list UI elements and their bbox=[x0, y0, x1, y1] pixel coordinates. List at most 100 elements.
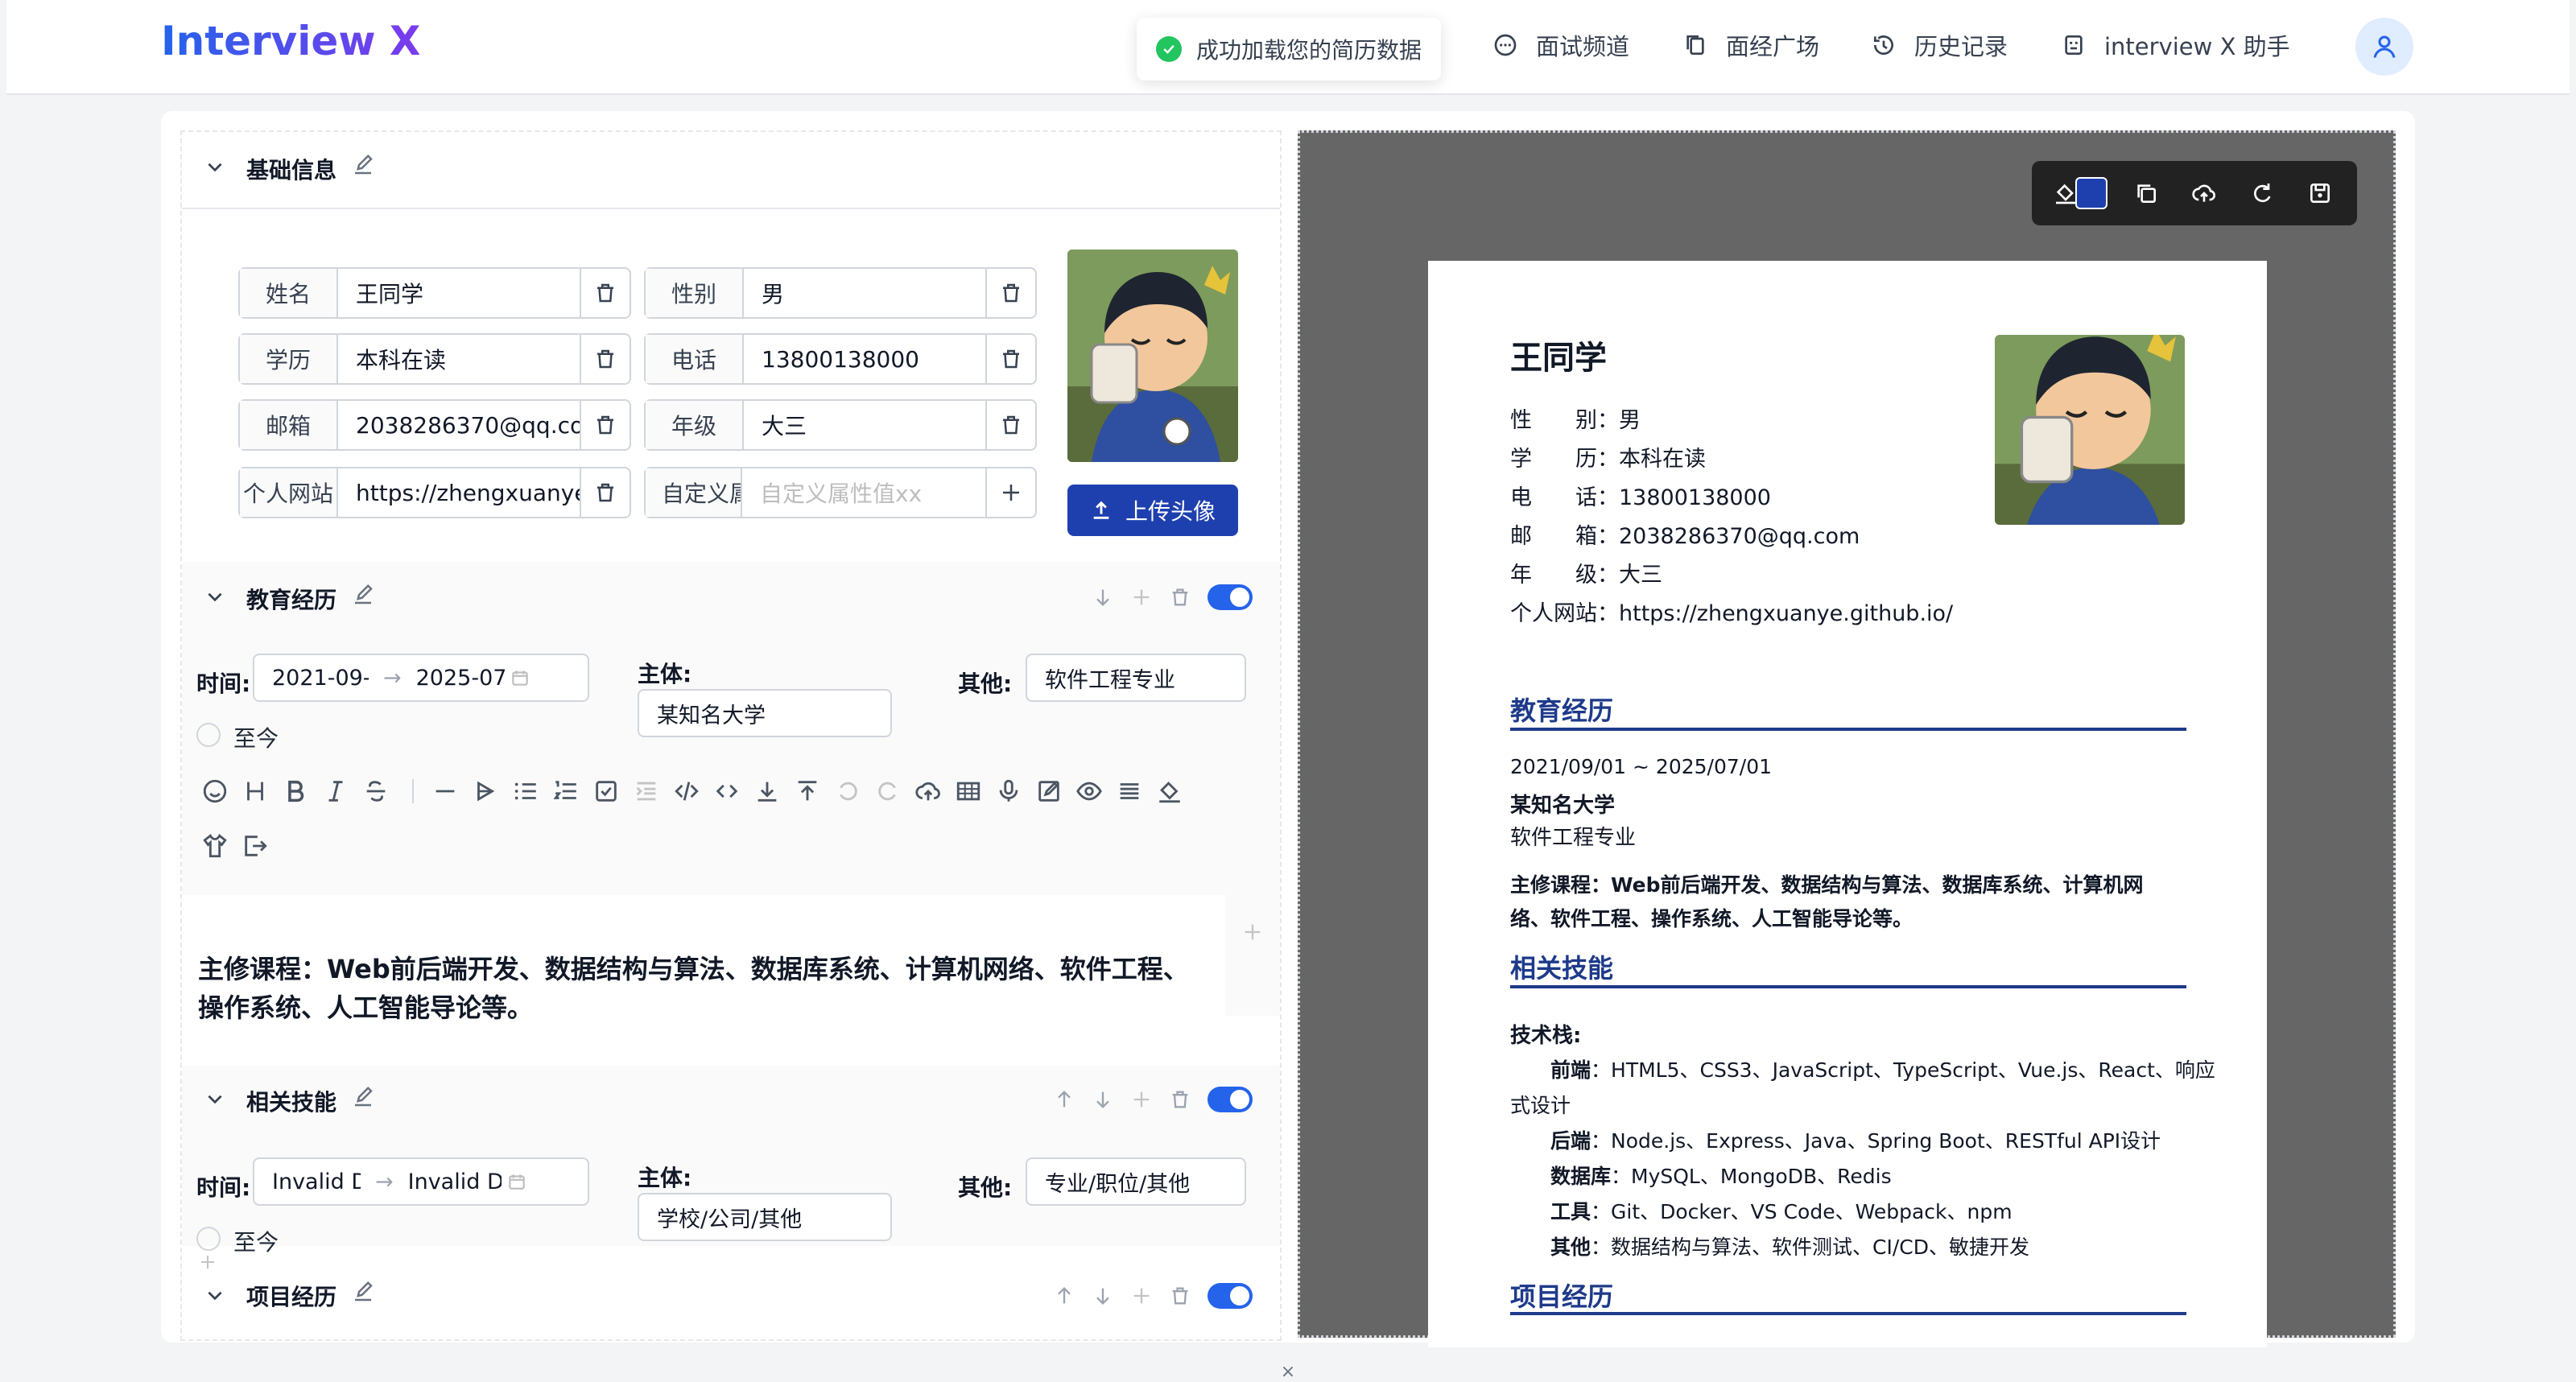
end-date[interactable]: 2025-07-01 bbox=[416, 666, 505, 691]
end-date[interactable]: Invalid Date bbox=[408, 1170, 502, 1194]
trash-icon[interactable] bbox=[985, 401, 1035, 449]
paint-bucket-icon[interactable] bbox=[1156, 778, 1183, 805]
nav-label: 面试频道 bbox=[1536, 33, 1630, 60]
edit-icon[interactable] bbox=[351, 153, 375, 177]
cloud-upload-icon[interactable] bbox=[914, 778, 942, 805]
now-radio[interactable] bbox=[196, 723, 221, 747]
section-toggle[interactable] bbox=[1208, 584, 1253, 610]
insert-before-icon[interactable] bbox=[794, 778, 821, 805]
field-phone[interactable]: 电话 13800138000 bbox=[644, 333, 1037, 385]
arrow-up-icon[interactable] bbox=[1053, 1088, 1075, 1111]
field-value[interactable]: 2038286370@qq.com bbox=[338, 401, 580, 449]
edit-icon[interactable] bbox=[351, 1280, 375, 1304]
now-radio[interactable] bbox=[196, 1227, 221, 1251]
preview-avatar-image bbox=[1995, 335, 2185, 525]
date-range-picker[interactable]: Invalid Date → Invalid Date bbox=[253, 1157, 589, 1206]
refresh-icon[interactable] bbox=[2249, 180, 2275, 206]
field-value[interactable]: 13800138000 bbox=[744, 335, 985, 383]
chevron-down-icon[interactable] bbox=[204, 1285, 225, 1306]
field-value[interactable]: 王同学 bbox=[338, 269, 580, 317]
trash-icon[interactable] bbox=[985, 269, 1035, 317]
arrow-up-icon[interactable] bbox=[1053, 1285, 1075, 1307]
emoji-icon[interactable] bbox=[201, 778, 229, 805]
field-custom[interactable]: 自定义属性 自定义属性值xx bbox=[644, 467, 1037, 518]
subject-input[interactable]: 学校/公司/其他 bbox=[638, 1193, 892, 1241]
horizontal-rule-icon[interactable] bbox=[431, 778, 459, 805]
editor-content[interactable]: 主修课程：Web前后端开发、数据结构与算法、数据库系统、计算机网络、软件工程、操… bbox=[198, 950, 1196, 1027]
trash-icon[interactable] bbox=[580, 269, 630, 317]
upload-avatar-button[interactable]: 上传头像 bbox=[1067, 485, 1238, 536]
field-website[interactable]: 个人网站 https://zhengxuanye.github.io/ bbox=[238, 467, 631, 518]
eye-icon[interactable] bbox=[1075, 778, 1103, 805]
section-toggle[interactable] bbox=[1208, 1283, 1253, 1309]
ordered-list-icon[interactable] bbox=[552, 778, 580, 805]
plus-icon[interactable] bbox=[1130, 586, 1153, 608]
field-email[interactable]: 邮箱 2038286370@qq.com bbox=[238, 399, 631, 451]
plus-icon[interactable] bbox=[1130, 1285, 1153, 1307]
inline-code-icon[interactable] bbox=[713, 778, 741, 805]
nav-assistant[interactable]: interview X 助手 bbox=[2061, 29, 2290, 61]
italic-icon[interactable] bbox=[322, 778, 349, 805]
bold-icon[interactable] bbox=[282, 778, 309, 805]
microphone-icon[interactable] bbox=[995, 778, 1022, 805]
edit-icon[interactable] bbox=[351, 1085, 375, 1109]
trash-icon[interactable] bbox=[985, 335, 1035, 383]
plus-icon[interactable] bbox=[985, 468, 1035, 517]
start-date[interactable]: Invalid Date bbox=[272, 1170, 361, 1194]
code-icon[interactable] bbox=[673, 778, 700, 805]
custom-value-input[interactable]: 自定义属性值xx bbox=[742, 468, 985, 517]
markdown-editor[interactable]: 主修课程：Web前后端开发、数据结构与算法、数据库系统、计算机网络、软件工程、操… bbox=[182, 895, 1225, 1064]
field-gender[interactable]: 性别 男 bbox=[644, 267, 1037, 319]
trash-icon[interactable] bbox=[1169, 586, 1191, 608]
field-value[interactable]: 本科在读 bbox=[338, 335, 580, 383]
shirt-icon[interactable] bbox=[201, 832, 229, 860]
field-grade[interactable]: 年级 大三 bbox=[644, 399, 1037, 451]
trash-icon[interactable] bbox=[580, 468, 630, 517]
field-education[interactable]: 学历 本科在读 bbox=[238, 333, 631, 385]
cloud-upload-icon[interactable] bbox=[2191, 180, 2217, 206]
custom-label-input[interactable]: 自定义属性 bbox=[646, 468, 742, 517]
section-toggle[interactable] bbox=[1208, 1087, 1253, 1112]
field-value[interactable]: 大三 bbox=[744, 401, 985, 449]
nav-experience-square[interactable]: 面经广场 bbox=[1682, 29, 1819, 61]
align-icon[interactable] bbox=[1116, 778, 1143, 805]
edit-icon[interactable] bbox=[351, 583, 375, 607]
arrow-down-icon[interactable] bbox=[1092, 586, 1114, 608]
trash-icon[interactable] bbox=[580, 335, 630, 383]
table-icon[interactable] bbox=[955, 778, 982, 805]
edit-mode-icon[interactable] bbox=[1035, 778, 1063, 805]
subject-input[interactable]: 某知名大学 bbox=[638, 689, 892, 737]
field-name[interactable]: 姓名 王同学 bbox=[238, 267, 631, 319]
nav-history[interactable]: 历史记录 bbox=[1871, 29, 2008, 61]
arrow-down-icon[interactable] bbox=[1092, 1285, 1114, 1307]
chevron-down-icon[interactable] bbox=[204, 586, 225, 607]
field-value[interactable]: 男 bbox=[744, 269, 985, 317]
user-avatar-button[interactable] bbox=[2355, 18, 2413, 76]
date-range-picker[interactable]: 2021-09-01 → 2025-07-01 bbox=[253, 654, 589, 702]
chevron-down-icon[interactable] bbox=[204, 156, 225, 177]
save-icon[interactable] bbox=[2307, 180, 2333, 206]
insert-after-icon[interactable] bbox=[753, 778, 781, 805]
arrow-down-icon[interactable] bbox=[1092, 1088, 1114, 1111]
other-input[interactable]: 软件工程专业 bbox=[1026, 654, 1246, 702]
heading-icon[interactable] bbox=[242, 778, 269, 805]
logo[interactable]: Interview X bbox=[161, 18, 420, 64]
trash-icon[interactable] bbox=[1169, 1285, 1191, 1307]
export-icon[interactable] bbox=[242, 832, 269, 860]
start-date[interactable]: 2021-09-01 bbox=[272, 666, 369, 691]
chevron-down-icon[interactable] bbox=[204, 1088, 225, 1109]
copy-icon[interactable] bbox=[2133, 180, 2159, 206]
nav-interview-channel[interactable]: 面试频道 bbox=[1492, 29, 1629, 61]
other-input[interactable]: 专业/职位/其他 bbox=[1026, 1157, 1246, 1206]
collapse-handle-icon[interactable]: × bbox=[1275, 1363, 1301, 1381]
plus-icon[interactable] bbox=[1241, 921, 1264, 943]
trash-icon[interactable] bbox=[580, 401, 630, 449]
quote-icon[interactable] bbox=[472, 778, 499, 805]
plus-icon[interactable] bbox=[1130, 1088, 1153, 1111]
trash-icon[interactable] bbox=[1169, 1088, 1191, 1111]
unordered-list-icon[interactable] bbox=[512, 778, 539, 805]
strikethrough-icon[interactable] bbox=[362, 778, 390, 805]
theme-color-swatch[interactable] bbox=[2075, 177, 2107, 209]
task-list-icon[interactable] bbox=[592, 778, 620, 805]
field-value[interactable]: https://zhengxuanye.github.io/ bbox=[338, 468, 580, 517]
